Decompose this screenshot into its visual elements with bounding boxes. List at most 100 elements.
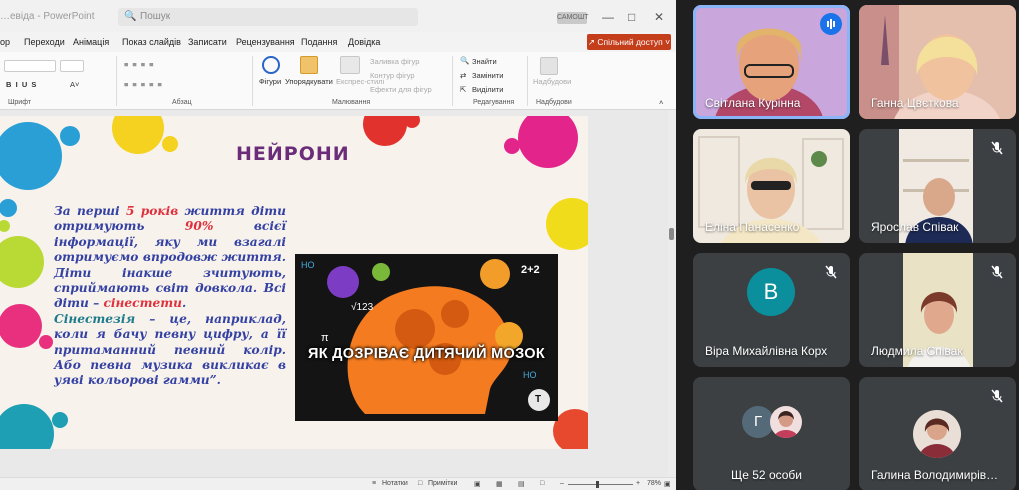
image-label: π (321, 332, 329, 344)
ribbon-tabs: ор Переходи Анімація Показ слайдів Запис… (0, 32, 676, 52)
arrange-label[interactable]: Упорядкувати (285, 77, 333, 86)
fit-to-window-icon[interactable]: ▣ (664, 480, 671, 488)
brain-image[interactable]: НО 2+2 √123 π НО Т ЯК ДОЗРІВАЄ ДИТЯЧИЙ М… (295, 254, 558, 421)
zoom-out-icon[interactable]: – (560, 480, 564, 487)
splat-teal-bottom (0, 404, 68, 449)
zoom-slider[interactable] (568, 484, 633, 485)
group-addins-label: Надбудови (536, 99, 572, 106)
tab-review[interactable]: Рецензування (236, 37, 295, 47)
slideshow-icon[interactable]: □ (540, 480, 544, 487)
participant-name: Людмила Співак (871, 344, 963, 358)
select-icon[interactable]: ⇱ (460, 85, 466, 94)
normal-view-icon[interactable]: ▣ (474, 480, 481, 488)
text-highlight: сінестети (103, 296, 182, 311)
share-button[interactable]: ↗ Спільний доступ ˅ (587, 34, 671, 50)
mic-off-icon (820, 261, 842, 283)
screen: …евіда - PowerPoint 🔍 Пошук САМОШТ — □ ✕… (0, 0, 1019, 490)
more-participants-tile[interactable]: Г Ще 52 особи (693, 377, 850, 490)
search-icon: 🔍 (124, 11, 137, 22)
participant-tile[interactable]: В Віра Михайлівна Корх (693, 253, 850, 367)
channel-logo-letter: Т (535, 394, 542, 405)
search-box[interactable]: 🔍 Пошук (118, 8, 418, 26)
participant-tile[interactable]: Світлана Курінна (693, 5, 850, 119)
text-part: За перші (54, 204, 126, 218)
text-part: . (181, 296, 187, 311)
participant-tile[interactable]: Еліна Панасенко (693, 129, 850, 243)
shapes-label[interactable]: Фігури (259, 77, 281, 86)
align-icon[interactable]: ≡≡≡≡≡ (124, 80, 166, 89)
vertical-scrollbar[interactable] (668, 110, 676, 477)
tab-animations[interactable]: Анімація (73, 37, 109, 47)
comments-button[interactable]: Примітки (428, 480, 457, 487)
mic-off-icon (986, 137, 1008, 159)
quick-styles-icon[interactable] (340, 56, 360, 74)
participant-tile[interactable]: Людмила Співак (859, 253, 1016, 367)
replace-icon[interactable]: ⇄ (460, 71, 466, 80)
font-name-box[interactable] (4, 60, 56, 72)
participant-tile[interactable]: Ганна Цвєткова (859, 5, 1016, 119)
avatar: В (747, 268, 795, 316)
participant-name: Еліна Панасенко (705, 220, 800, 234)
select-label[interactable]: Виділити (472, 85, 503, 94)
splat-orange-bottom (553, 409, 588, 449)
shape-effects[interactable]: Ефекти для фігур (370, 85, 432, 94)
participant-tile[interactable]: Ярослав Співак (859, 129, 1016, 243)
splat-magenta (504, 116, 578, 168)
tab-design[interactable]: ор (0, 37, 10, 47)
bullets-icon[interactable]: ≡≡≡≡ (124, 60, 158, 69)
tab-slideshow[interactable]: Показ слайдів (122, 37, 181, 47)
zoom-slider-thumb[interactable] (596, 481, 599, 488)
close-icon[interactable]: ✕ (654, 10, 664, 24)
share-label: Спільний доступ (597, 37, 663, 47)
find-label[interactable]: Знайти (472, 57, 497, 66)
maximize-icon[interactable]: □ (628, 10, 635, 24)
share-icon: ↗ (587, 37, 596, 47)
notes-button[interactable]: Нотатки (382, 480, 408, 487)
replace-label[interactable]: Замінити (472, 71, 503, 80)
scroll-thumb[interactable] (669, 228, 674, 240)
slide-canvas[interactable]: НЕЙРОНИ За перші 5 років життя діти отри… (0, 116, 588, 449)
tab-help[interactable]: Довідка (348, 37, 380, 47)
speaking-indicator-icon (820, 13, 842, 35)
minimize-icon[interactable]: — (602, 10, 614, 24)
arrange-icon[interactable] (300, 56, 318, 74)
more-participants-label: Ще 52 особи (731, 468, 802, 482)
group-editing-label: Редагування (473, 99, 515, 106)
tab-transitions[interactable]: Переходи (24, 37, 65, 47)
document-title: …евіда - PowerPoint (0, 11, 95, 22)
notes-icon[interactable]: ≡ (372, 480, 376, 487)
avatar (913, 410, 961, 458)
tab-view[interactable]: Подання (301, 37, 337, 47)
splat-yellow-right (546, 198, 588, 250)
shape-fill[interactable]: Заливка фігур (370, 57, 419, 66)
reading-view-icon[interactable]: ▤ (518, 480, 525, 488)
zoom-in-icon[interactable]: + (636, 480, 640, 487)
chevron-down-icon: ˅ (665, 37, 671, 47)
text-highlight: 5 років (125, 204, 179, 218)
participant-name: Ганна Цвєткова (871, 96, 959, 110)
shapes-icon[interactable] (262, 56, 280, 74)
bold-icon[interactable]: B I U S (6, 80, 36, 89)
zoom-level[interactable]: 78% (647, 480, 661, 487)
slide-title: НЕЙРОНИ (236, 143, 350, 165)
brain-image-caption: ЯК ДОЗРІВАЄ ДИТЯЧИЙ МОЗОК (307, 346, 546, 362)
find-icon[interactable]: 🔍 (460, 56, 469, 65)
tab-record[interactable]: Записати (188, 37, 227, 47)
addins-icon[interactable] (540, 57, 558, 75)
slide-sorter-icon[interactable]: ▦ (496, 480, 503, 488)
participant-tile[interactable]: Галина Володимирів… (859, 377, 1016, 490)
text-color-icon[interactable]: A˅ (70, 80, 79, 89)
addins-button-label[interactable]: Надбудови (533, 77, 571, 86)
collapse-ribbon-icon[interactable]: ˄ (659, 98, 663, 107)
brain-illustration (295, 254, 558, 421)
status-bar: ≡ Нотатки □ Примітки ▣ ▦ ▤ □ – + 78% ▣ (0, 477, 676, 490)
ribbon-divider (527, 56, 528, 106)
shape-outline[interactable]: Контур фігур (370, 71, 415, 80)
participant-name: Світлана Курінна (705, 96, 801, 110)
account-badge[interactable]: САМОШТ (557, 12, 589, 24)
splat-lime (0, 220, 44, 288)
ribbon-divider (452, 56, 453, 106)
image-label: √123 (351, 302, 374, 313)
font-size-box[interactable] (60, 60, 84, 72)
comments-icon[interactable]: □ (418, 480, 422, 487)
